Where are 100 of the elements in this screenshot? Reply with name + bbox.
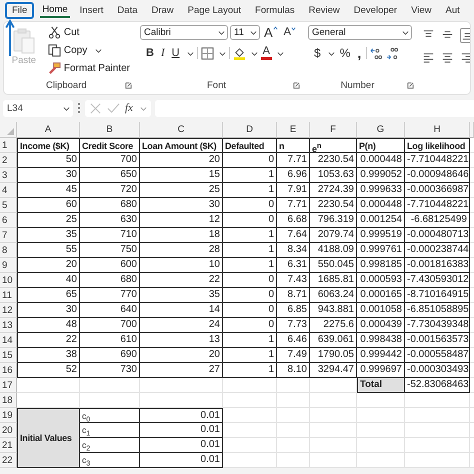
table-cell: 18 bbox=[140, 228, 223, 243]
font-name-dropdown[interactable]: Calibri bbox=[140, 25, 228, 40]
borders-icon[interactable] bbox=[200, 46, 214, 60]
group-label: Clipboard bbox=[46, 80, 87, 91]
caret-icon[interactable] bbox=[328, 50, 335, 56]
caret-icon[interactable] bbox=[250, 50, 258, 56]
row-number[interactable]: 12 bbox=[0, 303, 17, 318]
row-number[interactable]: 1 bbox=[0, 138, 17, 153]
shrink-font-button[interactable]: A bbox=[282, 27, 298, 38]
ribbon-tab[interactable]: Review bbox=[304, 2, 344, 18]
row-number[interactable]: 15 bbox=[0, 348, 17, 363]
table-cell: 1 bbox=[223, 168, 277, 183]
ribbon-tab[interactable]: Aut bbox=[442, 2, 464, 18]
caret-icon bbox=[402, 29, 409, 36]
ribbon-tab[interactable]: Insert bbox=[76, 2, 108, 18]
row-number[interactable]: 2 bbox=[0, 153, 17, 168]
ribbon-tab[interactable]: File bbox=[5, 2, 34, 18]
table-cell: 1 bbox=[223, 243, 277, 258]
row-number[interactable]: 22 bbox=[0, 453, 17, 468]
ribbon-tab[interactable]: Draw bbox=[148, 2, 178, 18]
column-heading[interactable]: C bbox=[140, 122, 223, 138]
fill-color-icon[interactable] bbox=[232, 46, 246, 60]
percent-button[interactable]: % bbox=[338, 47, 352, 59]
painter-button[interactable]: Format Painter bbox=[46, 61, 132, 76]
table-cell: 27 bbox=[140, 363, 223, 378]
table-cell: 0.000165 bbox=[357, 288, 405, 303]
currency-button[interactable]: $ bbox=[312, 47, 323, 59]
caret-icon[interactable] bbox=[95, 47, 102, 54]
comma-style-button[interactable]: , bbox=[355, 46, 364, 60]
table-cell: 0.000439 bbox=[357, 318, 405, 333]
row-number[interactable]: 7 bbox=[0, 228, 17, 243]
name-box[interactable]: L34 bbox=[3, 100, 73, 116]
table-cell: Total bbox=[357, 378, 405, 393]
align-center-icon[interactable] bbox=[441, 51, 454, 64]
font-size-dropdown[interactable]: 11 bbox=[230, 25, 260, 40]
row-number[interactable]: 10 bbox=[0, 273, 17, 288]
table-cell: 24 bbox=[140, 318, 223, 333]
table-cell: 0.999761 bbox=[357, 243, 405, 258]
align-right-icon[interactable] bbox=[460, 51, 470, 64]
caret-icon[interactable] bbox=[276, 50, 284, 56]
row-number[interactable]: 3 bbox=[0, 168, 17, 183]
cut-button[interactable]: Cut bbox=[46, 25, 82, 40]
row-number[interactable]: 13 bbox=[0, 318, 17, 333]
ribbon-tab[interactable]: Formulas bbox=[251, 2, 299, 18]
row-number[interactable]: 21 bbox=[0, 438, 17, 453]
decrease-decimal-icon[interactable] bbox=[386, 46, 400, 60]
row-number[interactable]: 20 bbox=[0, 423, 17, 438]
row-number[interactable]: 16 bbox=[0, 363, 17, 378]
column-heading[interactable]: A bbox=[17, 122, 80, 138]
column-heading[interactable]: E bbox=[277, 122, 310, 138]
italic-button[interactable]: I bbox=[158, 48, 167, 58]
row-number[interactable]: 19 bbox=[0, 408, 17, 423]
table-cell: 2230.54 bbox=[310, 153, 357, 168]
caret-icon[interactable] bbox=[218, 50, 226, 56]
ribbon-tab[interactable]: Developer bbox=[350, 2, 402, 18]
insert-function-button[interactable]: fx bbox=[125, 102, 133, 114]
ribbon-tab[interactable]: Data bbox=[113, 2, 142, 18]
underline-button[interactable]: U bbox=[170, 48, 182, 58]
row-number[interactable]: 8 bbox=[0, 243, 17, 258]
scissors-icon bbox=[48, 26, 61, 39]
row-number[interactable]: 14 bbox=[0, 333, 17, 348]
table-cell: 0.01 bbox=[140, 423, 223, 438]
table-cell: 20 bbox=[140, 153, 223, 168]
row-number[interactable]: 17 bbox=[0, 378, 17, 393]
ribbon-tab[interactable]: Page Layout bbox=[184, 2, 246, 18]
grow-font-button[interactable]: A bbox=[262, 26, 280, 39]
row-number[interactable]: 4 bbox=[0, 183, 17, 198]
caret-icon[interactable] bbox=[186, 50, 194, 56]
dialog-launcher-icon[interactable] bbox=[406, 82, 414, 89]
row-number[interactable]: 11 bbox=[0, 288, 17, 303]
column-heading[interactable]: B bbox=[80, 122, 140, 138]
table-cell: 22 bbox=[17, 333, 80, 348]
column-heading[interactable]: F bbox=[310, 122, 357, 138]
ribbon-tab[interactable]: Home bbox=[40, 2, 70, 18]
bold-button[interactable]: B bbox=[144, 48, 156, 58]
column-heading[interactable]: G bbox=[357, 122, 405, 138]
column-heading[interactable]: H bbox=[405, 122, 470, 138]
row-number[interactable]: 18 bbox=[0, 393, 17, 408]
align-left-icon[interactable] bbox=[422, 51, 435, 64]
dialog-launcher-icon[interactable] bbox=[125, 82, 132, 89]
table-cell: 0 bbox=[223, 153, 277, 168]
row-number[interactable]: 9 bbox=[0, 258, 17, 273]
table-cell: -0.000480713 bbox=[405, 228, 470, 243]
table-cell: 0 bbox=[223, 288, 277, 303]
more-icon[interactable] bbox=[77, 102, 81, 114]
ribbon-tab[interactable]: View bbox=[407, 2, 436, 18]
row-number[interactable]: 6 bbox=[0, 213, 17, 228]
font-color-button[interactable]: A bbox=[260, 46, 272, 60]
dialog-launcher-icon[interactable] bbox=[292, 82, 300, 89]
table-cell: c$_{2}$ bbox=[80, 438, 140, 453]
number-format-dropdown[interactable]: General bbox=[308, 25, 412, 40]
table-cell: 0.999633 bbox=[357, 183, 405, 198]
copy-button[interactable]: Copy bbox=[46, 43, 90, 58]
increase-decimal-icon[interactable] bbox=[370, 46, 384, 60]
table-cell: 48 bbox=[17, 318, 80, 333]
table-cell: 14 bbox=[140, 303, 223, 318]
row-number[interactable]: 5 bbox=[0, 198, 17, 213]
column-heading[interactable]: D bbox=[223, 122, 277, 138]
table-cell: -6.68125499 bbox=[405, 213, 470, 228]
table-cell: 630 bbox=[80, 213, 140, 228]
